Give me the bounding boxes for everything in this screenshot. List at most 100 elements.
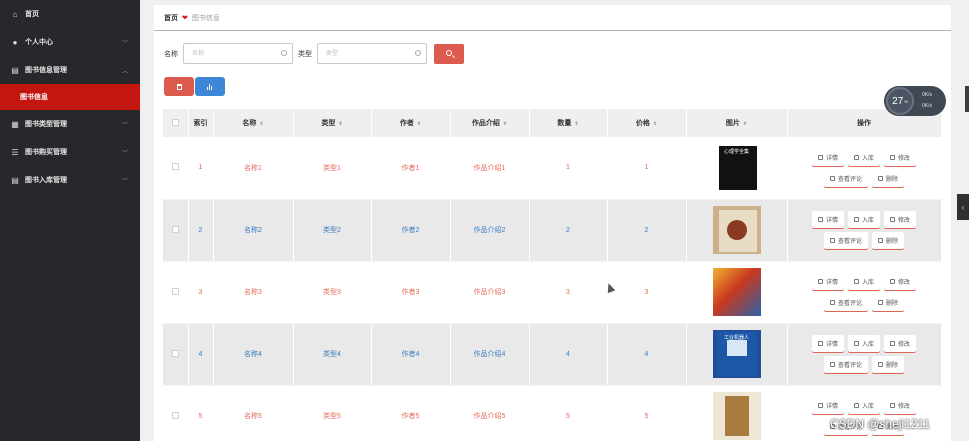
- delete-button[interactable]: 删除: [872, 169, 905, 187]
- cell-price: 5: [607, 385, 687, 441]
- cell-actions: 详情 入库 修改 查看评论 删除: [787, 199, 942, 262]
- edit-icon: [829, 175, 835, 181]
- cell-intro: 作品介绍4: [450, 323, 530, 386]
- view-comments-button[interactable]: 查看评论: [823, 356, 868, 373]
- scrollbar[interactable]: [965, 86, 969, 112]
- row-actions: 详情 入库 修改 查看评论 删除: [799, 209, 929, 251]
- edit-button[interactable]: 修改: [884, 397, 917, 414]
- performance-widget[interactable]: 27% 0K/s 0K/s: [884, 86, 946, 116]
- bulk-delete-button[interactable]: [164, 77, 194, 96]
- delete-button[interactable]: 删除: [872, 356, 905, 373]
- detail-button[interactable]: 详情: [811, 211, 844, 228]
- row-checkbox[interactable]: [171, 225, 179, 233]
- column-header-type[interactable]: 类型 ⬍: [293, 109, 372, 137]
- sidebar-item-profile[interactable]: ● 个人中心 ﹀: [0, 28, 140, 56]
- document-icon: [817, 403, 823, 408]
- content-panel: 首页 ❤ 图书信息 名称 类型: [154, 5, 951, 441]
- search-form: 名称 类型: [164, 43, 464, 64]
- collapse-handle[interactable]: ‹: [957, 194, 969, 220]
- stock-in-button[interactable]: 入库: [847, 273, 880, 290]
- sidebar-item-label: 图书入库管理: [25, 177, 67, 184]
- select-all-checkbox[interactable]: [171, 118, 179, 126]
- cell-author: 作者4: [371, 323, 451, 386]
- document-icon: [853, 341, 859, 346]
- view-comments-button[interactable]: 查看评论: [823, 169, 868, 187]
- view-comments-button[interactable]: 查看评论: [823, 232, 868, 249]
- book-cover-image[interactable]: 工业机器人: [712, 330, 761, 378]
- row-checkbox[interactable]: [171, 287, 179, 295]
- sidebar-item-book-stock-management[interactable]: ▤ 图书入库管理 ﹀: [0, 166, 140, 194]
- chevron-down-icon: ﹀: [121, 41, 128, 47]
- document-icon: [817, 341, 823, 346]
- cell-name: 名称5: [213, 385, 294, 441]
- table-row: 2 名称2 类型2 作者2 作品介绍2 2 2 详情 入库 修改 查看评论 删除: [163, 199, 942, 262]
- column-header-image[interactable]: 图片 ⬍: [686, 109, 788, 137]
- type-search-input[interactable]: [318, 44, 408, 63]
- edit-button[interactable]: 修改: [884, 335, 917, 352]
- cell-name: 名称2: [213, 199, 294, 262]
- breadcrumb-home[interactable]: 首页: [164, 13, 178, 23]
- statistics-button[interactable]: [195, 77, 225, 96]
- sidebar-subitem-book-info[interactable]: 图书信息: [0, 84, 140, 110]
- sidebar-item-book-type-management[interactable]: ▦ 图书类型管理 ﹀: [0, 110, 140, 138]
- search-icon: [446, 49, 452, 56]
- sidebar-item-book-info-management[interactable]: ▤ 图书信息管理 ︿: [0, 56, 140, 84]
- column-header-quantity[interactable]: 数量 ⬍: [529, 109, 608, 137]
- edit-icon: [890, 403, 895, 408]
- document-icon: [853, 403, 859, 408]
- home-icon: ⌂: [12, 9, 18, 19]
- name-search-input[interactable]: [184, 44, 274, 63]
- edit-button[interactable]: 修改: [884, 273, 917, 290]
- edit-icon: [829, 238, 835, 243]
- row-select-cell: [163, 199, 189, 262]
- watermark: CSDN @shejі1211: [830, 417, 931, 431]
- detail-button[interactable]: 详情: [811, 148, 844, 166]
- cell-quantity: 1: [529, 137, 608, 200]
- cpu-gauge: 27%: [886, 87, 914, 115]
- cell-image: 工业机器人: [686, 323, 788, 386]
- sidebar-item-label: 图书类型管理: [25, 121, 67, 128]
- edit-button[interactable]: 修改: [884, 211, 917, 228]
- edit-icon: [890, 217, 895, 222]
- sidebar-item-label: 图书购买管理: [25, 149, 67, 156]
- document-icon: [853, 217, 859, 222]
- document-icon: [817, 279, 823, 284]
- cell-actions: 详情 入库 修改 查看评论 删除: [787, 261, 942, 324]
- book-cover-image[interactable]: [712, 206, 761, 254]
- detail-button[interactable]: 详情: [811, 335, 844, 352]
- book-cover-image[interactable]: [712, 268, 761, 316]
- trash-icon: [878, 300, 883, 305]
- delete-button[interactable]: 删除: [872, 294, 905, 311]
- trash-icon: [878, 175, 883, 181]
- view-comments-button[interactable]: 查看评论: [823, 294, 868, 311]
- column-header-author[interactable]: 作者 ⬍: [371, 109, 451, 137]
- edit-button[interactable]: 修改: [884, 148, 917, 166]
- column-header-intro[interactable]: 作品介绍 ⬍: [450, 109, 530, 137]
- download-speed: 0K/s: [922, 103, 933, 109]
- row-select-cell: [163, 385, 189, 441]
- stock-in-button[interactable]: 入库: [847, 211, 880, 228]
- delete-button[interactable]: 删除: [872, 232, 905, 249]
- column-header-name[interactable]: 名称 ⬍: [213, 109, 294, 137]
- sidebar-item-book-purchase-management[interactable]: ☰ 图书购买管理 ﹀: [0, 138, 140, 166]
- type-field-wrapper: [317, 43, 427, 64]
- book-cover-image[interactable]: [712, 392, 761, 440]
- stock-in-button[interactable]: 入库: [847, 397, 880, 414]
- cell-type: 类型2: [293, 199, 372, 262]
- stock-in-button[interactable]: 入库: [847, 335, 880, 352]
- cell-author: 作者5: [371, 385, 451, 441]
- search-button[interactable]: [434, 43, 464, 64]
- book-cover-image[interactable]: 心理学全集: [712, 143, 761, 192]
- cell-intro: 作品介绍5: [450, 385, 530, 441]
- document-icon: [853, 154, 859, 160]
- detail-button[interactable]: 详情: [811, 273, 844, 290]
- row-checkbox[interactable]: [171, 349, 179, 357]
- stock-in-button[interactable]: 入库: [847, 148, 880, 166]
- column-header-price[interactable]: 价格 ⬍: [607, 109, 687, 137]
- row-checkbox[interactable]: [171, 411, 179, 419]
- detail-button[interactable]: 详情: [811, 397, 844, 414]
- row-checkbox[interactable]: [171, 163, 179, 171]
- upload-speed: 0K/s: [922, 92, 933, 98]
- sidebar-item-home[interactable]: ⌂ 首页: [0, 0, 140, 28]
- cell-price: 1: [607, 137, 687, 200]
